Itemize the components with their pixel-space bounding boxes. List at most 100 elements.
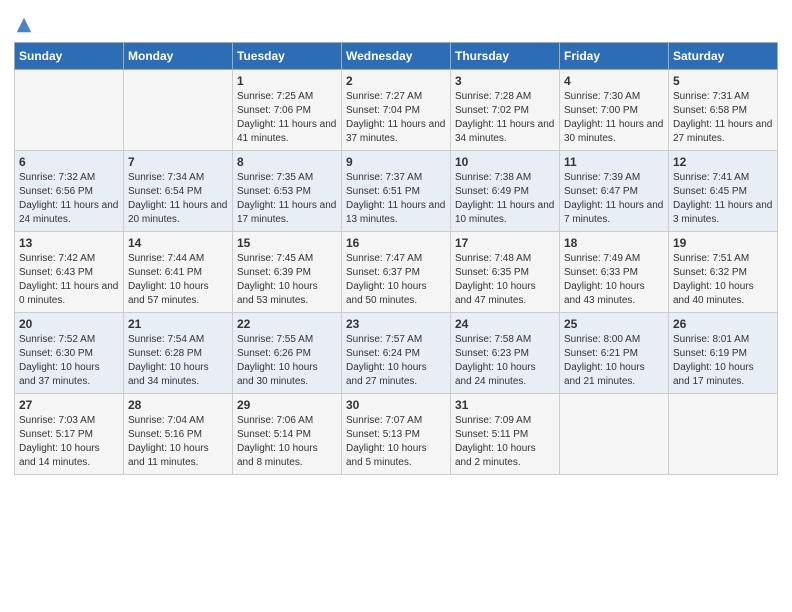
- day-info: Sunrise: 8:00 AM Sunset: 6:21 PM Dayligh…: [564, 333, 664, 389]
- day-info: Sunrise: 7:45 AM Sunset: 6:39 PM Dayligh…: [237, 252, 337, 308]
- calendar-cell: 15 Sunrise: 7:45 AM Sunset: 6:39 PM Dayli…: [233, 232, 342, 313]
- calendar-cell: 25 Sunrise: 8:00 AM Sunset: 6:21 PM Dayli…: [560, 313, 669, 394]
- day-info: Sunrise: 7:39 AM Sunset: 6:47 PM Dayligh…: [564, 171, 664, 227]
- day-info: Sunrise: 7:28 AM Sunset: 7:02 PM Dayligh…: [455, 90, 555, 146]
- calendar-cell: 14Sunrise: 7:44 AM Sunset: 6:41 PM Dayli…: [124, 232, 233, 313]
- day-number: 26: [673, 317, 773, 331]
- day-info: Sunrise: 7:27 AM Sunset: 7:04 PM Dayligh…: [346, 90, 446, 146]
- calendar-cell: 29 Sunrise: 7:06 AM Sunset: 5:14 PM Dayli…: [233, 394, 342, 475]
- calendar-cell: 27 Sunrise: 7:03 AM Sunset: 5:17 PM Dayli…: [15, 394, 124, 475]
- weekday-header-tuesday: Tuesday: [233, 43, 342, 70]
- day-info: Sunrise: 7:55 AM Sunset: 6:26 PM Dayligh…: [237, 333, 337, 389]
- weekday-header-thursday: Thursday: [451, 43, 560, 70]
- day-number: 6: [19, 155, 119, 169]
- day-number: 2: [346, 74, 446, 88]
- calendar-cell: 30Sunrise: 7:07 AM Sunset: 5:13 PM Dayli…: [342, 394, 451, 475]
- day-info: Sunrise: 7:25 AM Sunset: 7:06 PM Dayligh…: [237, 90, 337, 146]
- day-info: Sunrise: 7:35 AM Sunset: 6:53 PM Dayligh…: [237, 171, 337, 227]
- weekday-header-monday: Monday: [124, 43, 233, 70]
- day-number: 19: [673, 236, 773, 250]
- day-info: Sunrise: 7:47 AM Sunset: 6:37 PM Dayligh…: [346, 252, 446, 308]
- calendar-cell: 9 Sunrise: 7:37 AM Sunset: 6:51 PM Daylig…: [342, 151, 451, 232]
- calendar-cell: 24 Sunrise: 7:58 AM Sunset: 6:23 PM Dayli…: [451, 313, 560, 394]
- day-number: 30: [346, 398, 446, 412]
- day-number: 14: [128, 236, 228, 250]
- day-number: 3: [455, 74, 555, 88]
- day-number: 7: [128, 155, 228, 169]
- logo: [14, 16, 33, 34]
- calendar-cell: 19Sunrise: 7:51 AM Sunset: 6:32 PM Dayli…: [669, 232, 778, 313]
- day-number: 31: [455, 398, 555, 412]
- day-info: Sunrise: 8:01 AM Sunset: 6:19 PM Dayligh…: [673, 333, 773, 389]
- calendar-cell: 21 Sunrise: 7:54 AM Sunset: 6:28 PM Dayli…: [124, 313, 233, 394]
- day-number: 5: [673, 74, 773, 88]
- day-number: 15: [237, 236, 337, 250]
- calendar-week-row: 1 Sunrise: 7:25 AM Sunset: 7:06 PM Daylig…: [15, 70, 778, 151]
- weekday-header-wednesday: Wednesday: [342, 43, 451, 70]
- day-info: Sunrise: 7:58 AM Sunset: 6:23 PM Dayligh…: [455, 333, 555, 389]
- day-number: 1: [237, 74, 337, 88]
- day-number: 20: [19, 317, 119, 331]
- day-info: Sunrise: 7:57 AM Sunset: 6:24 PM Dayligh…: [346, 333, 446, 389]
- calendar-cell: 2 Sunrise: 7:27 AM Sunset: 7:04 PM Daylig…: [342, 70, 451, 151]
- day-number: 13: [19, 236, 119, 250]
- day-info: Sunrise: 7:30 AM Sunset: 7:00 PM Dayligh…: [564, 90, 664, 146]
- day-info: Sunrise: 7:41 AM Sunset: 6:45 PM Dayligh…: [673, 171, 773, 227]
- day-info: Sunrise: 7:42 AM Sunset: 6:43 PM Dayligh…: [19, 252, 119, 308]
- day-info: Sunrise: 7:49 AM Sunset: 6:33 PM Dayligh…: [564, 252, 664, 308]
- calendar-container: SundayMondayTuesdayWednesdayThursdayFrid…: [0, 0, 792, 489]
- day-number: 17: [455, 236, 555, 250]
- calendar-cell: 18 Sunrise: 7:49 AM Sunset: 6:33 PM Dayli…: [560, 232, 669, 313]
- day-info: Sunrise: 7:06 AM Sunset: 5:14 PM Dayligh…: [237, 414, 337, 470]
- header: [14, 10, 778, 34]
- day-number: 21: [128, 317, 228, 331]
- day-number: 10: [455, 155, 555, 169]
- day-number: 29: [237, 398, 337, 412]
- day-number: 24: [455, 317, 555, 331]
- calendar-cell: [124, 70, 233, 151]
- calendar-cell: 16 Sunrise: 7:47 AM Sunset: 6:37 PM Dayli…: [342, 232, 451, 313]
- calendar-cell: 11 Sunrise: 7:39 AM Sunset: 6:47 PM Dayli…: [560, 151, 669, 232]
- calendar-cell: [15, 70, 124, 151]
- calendar-cell: 20 Sunrise: 7:52 AM Sunset: 6:30 PM Dayli…: [15, 313, 124, 394]
- day-info: Sunrise: 7:54 AM Sunset: 6:28 PM Dayligh…: [128, 333, 228, 389]
- day-info: Sunrise: 7:09 AM Sunset: 5:11 PM Dayligh…: [455, 414, 555, 470]
- calendar-cell: 23 Sunrise: 7:57 AM Sunset: 6:24 PM Dayli…: [342, 313, 451, 394]
- day-info: Sunrise: 7:34 AM Sunset: 6:54 PM Dayligh…: [128, 171, 228, 227]
- calendar-cell: 4Sunrise: 7:30 AM Sunset: 7:00 PM Daylig…: [560, 70, 669, 151]
- calendar-week-row: 6 Sunrise: 7:32 AM Sunset: 6:56 PM Daylig…: [15, 151, 778, 232]
- day-number: 25: [564, 317, 664, 331]
- day-number: 11: [564, 155, 664, 169]
- calendar-cell: 28Sunrise: 7:04 AM Sunset: 5:16 PM Dayli…: [124, 394, 233, 475]
- day-number: 23: [346, 317, 446, 331]
- day-info: Sunrise: 7:31 AM Sunset: 6:58 PM Dayligh…: [673, 90, 773, 146]
- day-info: Sunrise: 7:52 AM Sunset: 6:30 PM Dayligh…: [19, 333, 119, 389]
- logo-icon: [15, 16, 33, 34]
- calendar-cell: 13 Sunrise: 7:42 AM Sunset: 6:43 PM Dayli…: [15, 232, 124, 313]
- day-number: 22: [237, 317, 337, 331]
- day-number: 18: [564, 236, 664, 250]
- calendar-cell: 1 Sunrise: 7:25 AM Sunset: 7:06 PM Daylig…: [233, 70, 342, 151]
- weekday-header-saturday: Saturday: [669, 43, 778, 70]
- calendar-cell: 3 Sunrise: 7:28 AM Sunset: 7:02 PM Daylig…: [451, 70, 560, 151]
- day-info: Sunrise: 7:32 AM Sunset: 6:56 PM Dayligh…: [19, 171, 119, 227]
- weekday-header-friday: Friday: [560, 43, 669, 70]
- day-info: Sunrise: 7:04 AM Sunset: 5:16 PM Dayligh…: [128, 414, 228, 470]
- day-info: Sunrise: 7:03 AM Sunset: 5:17 PM Dayligh…: [19, 414, 119, 470]
- day-number: 8: [237, 155, 337, 169]
- calendar-week-row: 13 Sunrise: 7:42 AM Sunset: 6:43 PM Dayli…: [15, 232, 778, 313]
- day-number: 12: [673, 155, 773, 169]
- day-number: 9: [346, 155, 446, 169]
- day-number: 16: [346, 236, 446, 250]
- day-number: 27: [19, 398, 119, 412]
- calendar-week-row: 27 Sunrise: 7:03 AM Sunset: 5:17 PM Dayli…: [15, 394, 778, 475]
- calendar-cell: 6 Sunrise: 7:32 AM Sunset: 6:56 PM Daylig…: [15, 151, 124, 232]
- calendar-cell: 8 Sunrise: 7:35 AM Sunset: 6:53 PM Daylig…: [233, 151, 342, 232]
- calendar-cell: 12 Sunrise: 7:41 AM Sunset: 6:45 PM Dayli…: [669, 151, 778, 232]
- day-info: Sunrise: 7:37 AM Sunset: 6:51 PM Dayligh…: [346, 171, 446, 227]
- day-info: Sunrise: 7:48 AM Sunset: 6:35 PM Dayligh…: [455, 252, 555, 308]
- calendar-cell: 7 Sunrise: 7:34 AM Sunset: 6:54 PM Daylig…: [124, 151, 233, 232]
- calendar-table: SundayMondayTuesdayWednesdayThursdayFrid…: [14, 42, 778, 475]
- calendar-cell: 31 Sunrise: 7:09 AM Sunset: 5:11 PM Dayli…: [451, 394, 560, 475]
- weekday-header-row: SundayMondayTuesdayWednesdayThursdayFrid…: [15, 43, 778, 70]
